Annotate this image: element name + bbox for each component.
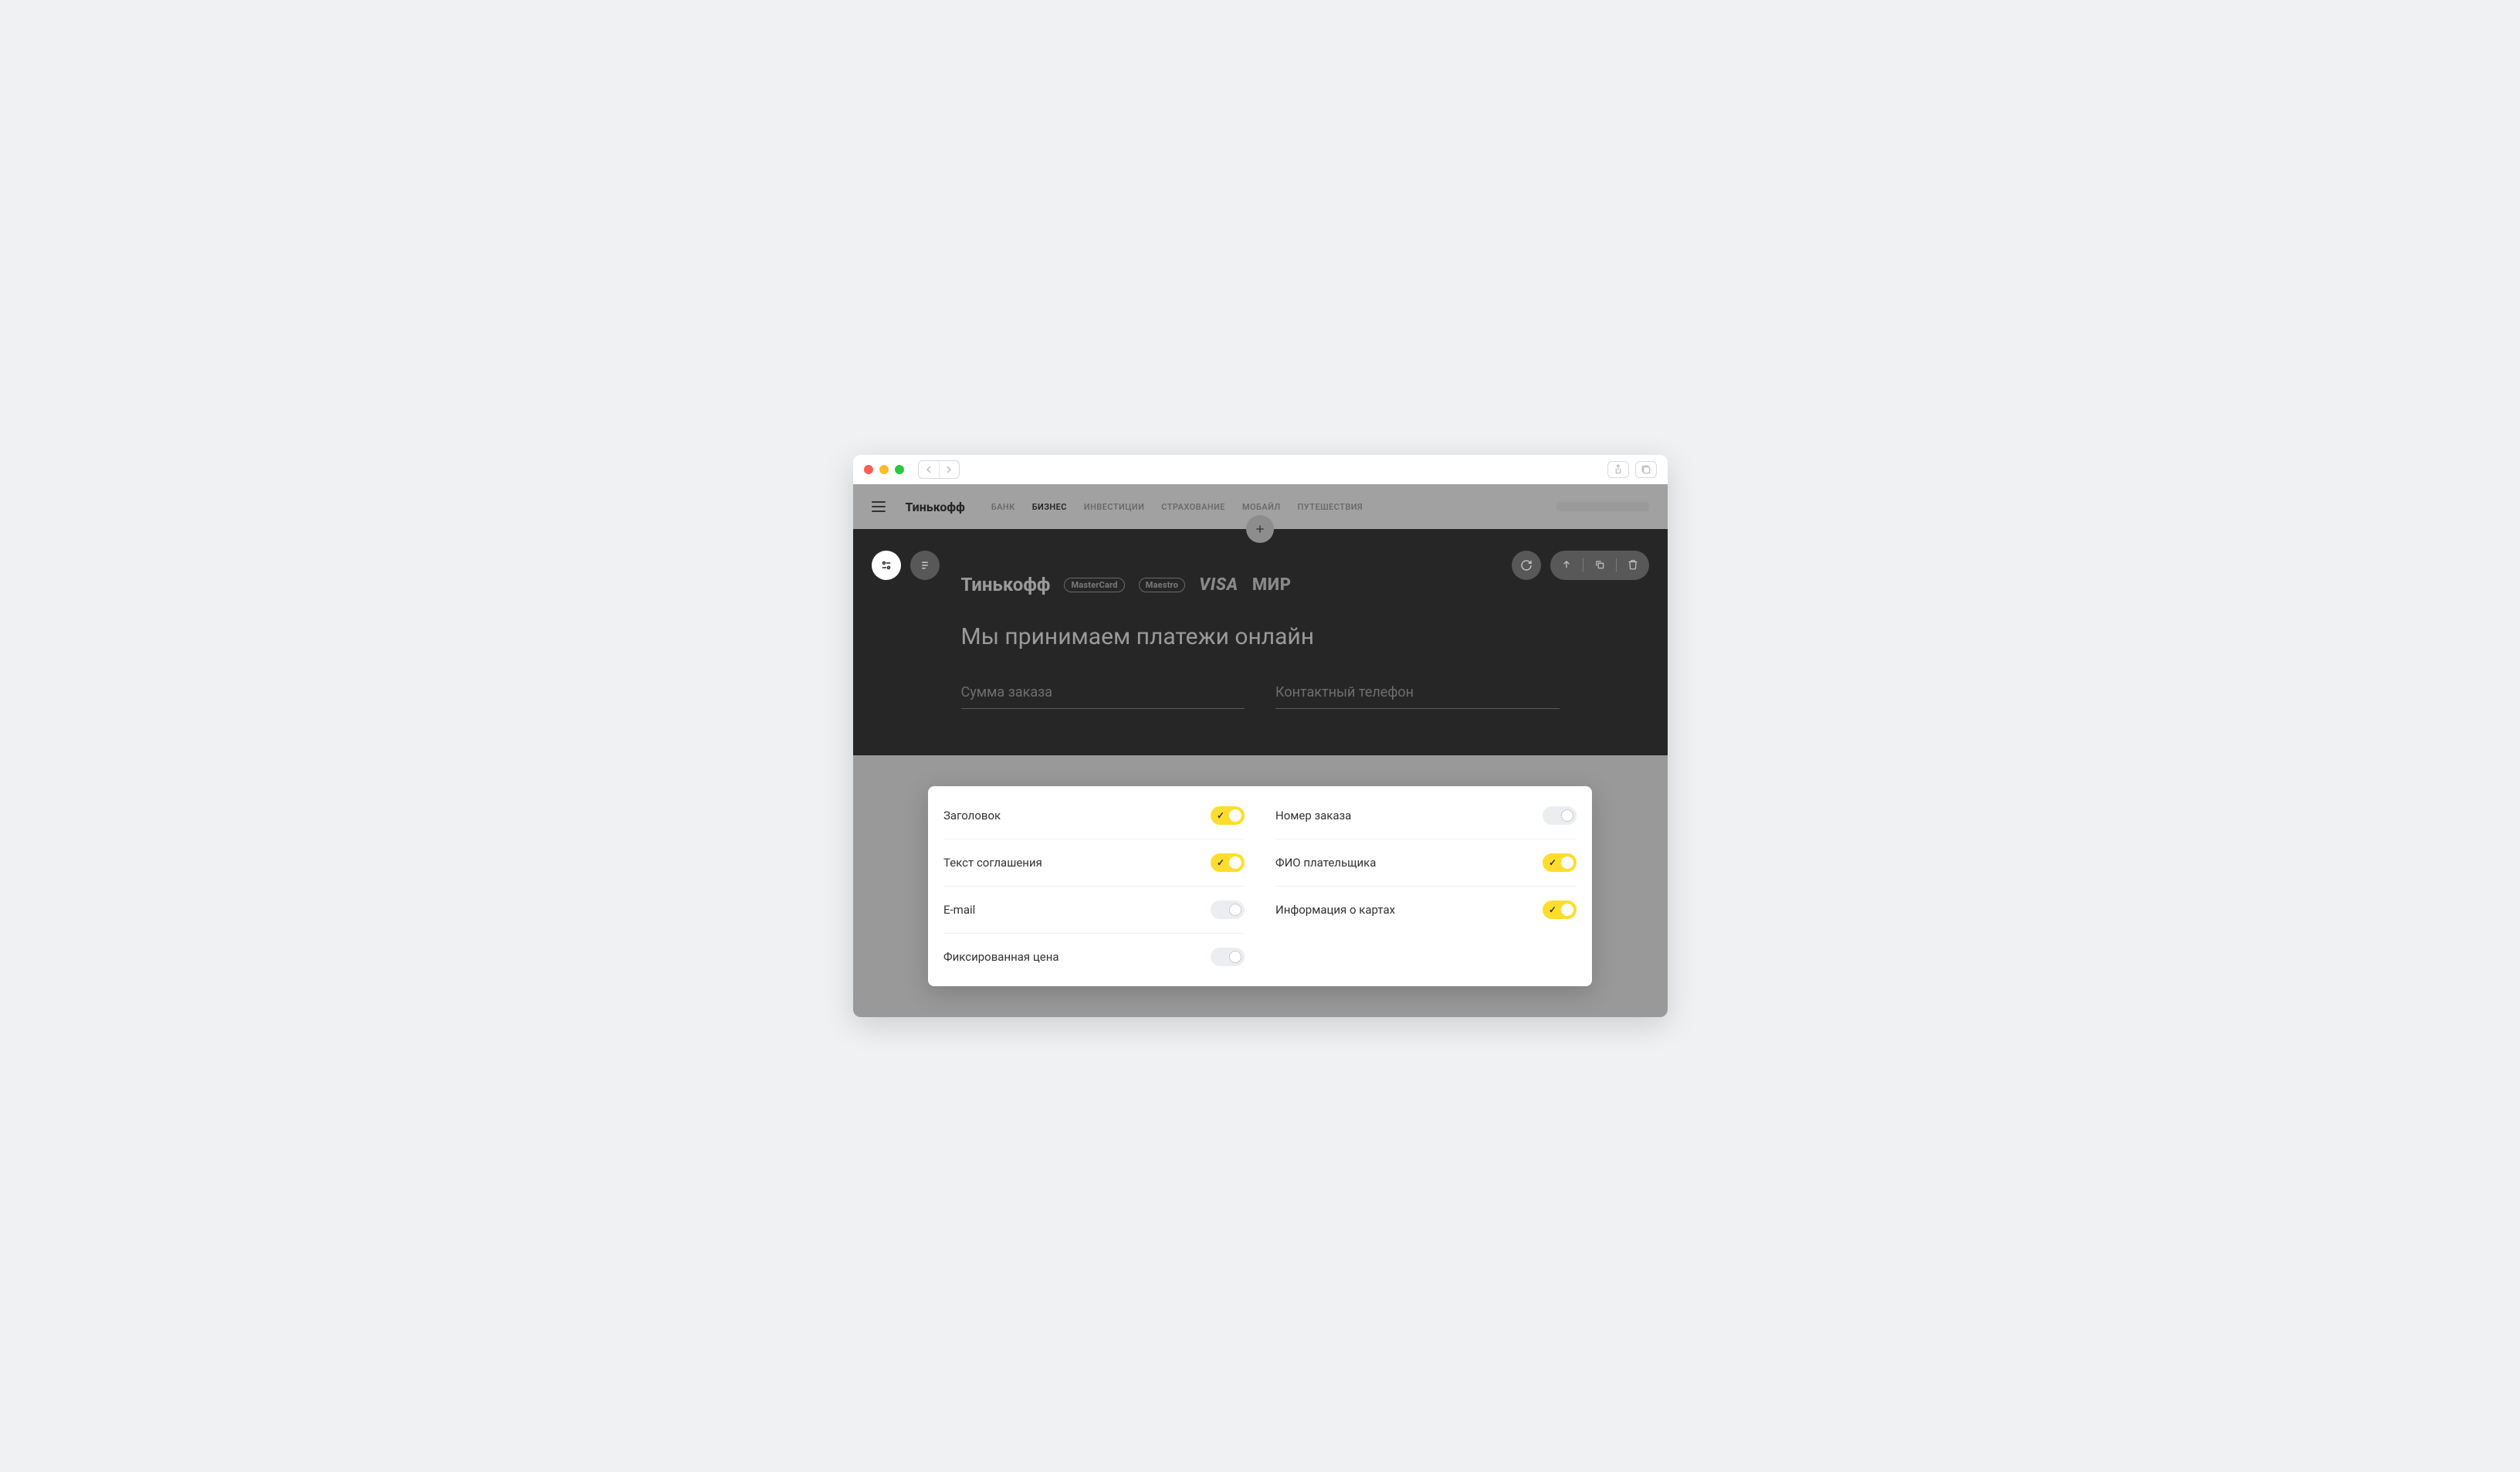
settings-toggle-button[interactable] (872, 551, 901, 580)
setting-row-card-info: Информация о картах ✓ (1275, 887, 1577, 933)
brand-logo: Тинькофф (906, 500, 965, 514)
settings-col-left: Заголовок ✓ Текст соглашения ✓ E-mail (928, 792, 1260, 980)
maestro-icon: Maestro (1139, 578, 1185, 592)
page-background: Тинькофф БАНК БИЗНЕС ИНВЕСТИЦИИ СТРАХОВА… (705, 412, 1815, 1060)
phone-placeholder: Контактный телефон (1275, 684, 1414, 700)
setting-row-header: Заголовок ✓ (943, 792, 1245, 839)
setting-label: Фиксированная цена (943, 950, 1059, 964)
toggle-agreement[interactable]: ✓ (1211, 853, 1245, 872)
minimize-window-button[interactable] (879, 465, 889, 474)
maximize-window-button[interactable] (895, 465, 904, 474)
setting-label: ФИО плательщика (1275, 856, 1376, 870)
settings-col-right: Номер заказа ФИО плательщика ✓ Информаци… (1260, 792, 1592, 980)
refresh-button[interactable] (1512, 551, 1541, 580)
setting-label: E-mail (943, 903, 975, 917)
toggle-fixed-price[interactable] (1211, 948, 1245, 966)
toggle-payer-name[interactable]: ✓ (1543, 853, 1577, 872)
amount-field[interactable]: Сумма заказа (961, 684, 1245, 709)
mastercard-icon: MasterCard (1064, 578, 1124, 592)
traffic-lights (864, 465, 904, 474)
duplicate-button[interactable] (1594, 558, 1605, 573)
browser-window: Тинькофф БАНК БИЗНЕС ИНВЕСТИЦИИ СТРАХОВА… (853, 455, 1668, 1017)
nav-link-travel[interactable]: ПУТЕШЕСТВИЯ (1298, 502, 1363, 512)
mir-icon: МИР (1252, 575, 1292, 595)
browser-nav-group (918, 460, 960, 479)
setting-label: Информация о картах (1275, 903, 1395, 917)
tinkoff-text-logo: Тинькофф (961, 574, 1051, 595)
user-account-area[interactable] (1556, 502, 1649, 511)
input-fields-row: Сумма заказа Контактный телефон (961, 684, 1560, 709)
nav-link-insurance[interactable]: СТРАХОВАНИЕ (1161, 502, 1225, 512)
payment-widget-preview: Тинькофф MasterCard Maestro VISA МИР Мы … (853, 529, 1668, 755)
browser-titlebar (853, 455, 1668, 484)
editor-stage: Тинькофф MasterCard Maestro VISA МИР Мы … (853, 529, 1668, 1017)
nav-link-mobile[interactable]: МОБАЙЛ (1242, 502, 1281, 512)
widget-title: Мы принимаем платежи онлайн (961, 623, 1560, 650)
separator (1616, 558, 1617, 572)
toggle-card-info[interactable]: ✓ (1543, 900, 1577, 919)
nav-link-business[interactable]: БИЗНЕС (1032, 502, 1067, 512)
amount-placeholder: Сумма заказа (961, 684, 1053, 700)
toggle-email[interactable] (1211, 900, 1245, 919)
setting-label: Номер заказа (1275, 809, 1351, 822)
nav-link-bank[interactable]: БАНК (991, 502, 1015, 512)
setting-row-email: E-mail (943, 887, 1245, 934)
toggle-order-number[interactable] (1543, 806, 1577, 825)
setting-row-agreement: Текст соглашения ✓ (943, 839, 1245, 887)
setting-label: Текст соглашения (943, 856, 1042, 870)
view-mode-button[interactable] (910, 551, 940, 580)
close-window-button[interactable] (864, 465, 873, 474)
setting-label: Заголовок (943, 809, 1001, 822)
nav-links: БАНК БИЗНЕС ИНВЕСТИЦИИ СТРАХОВАНИЕ МОБАЙ… (991, 502, 1363, 512)
share-button[interactable] (1607, 461, 1629, 478)
settings-panel: Заголовок ✓ Текст соглашения ✓ E-mail (928, 786, 1592, 986)
hamburger-menu-button[interactable] (872, 501, 886, 512)
setting-row-order-number: Номер заказа (1275, 792, 1577, 839)
payment-logos-row: Тинькофф MasterCard Maestro VISA МИР (961, 574, 1560, 595)
add-block-button[interactable] (1246, 515, 1274, 543)
nav-link-investments[interactable]: ИНВЕСТИЦИИ (1084, 502, 1144, 512)
tabs-button[interactable] (1635, 461, 1657, 478)
phone-field[interactable]: Контактный телефон (1275, 684, 1560, 709)
toggle-header[interactable]: ✓ (1211, 806, 1245, 825)
move-up-button[interactable] (1561, 558, 1572, 573)
action-pill (1550, 551, 1649, 580)
setting-row-fixed-price: Фиксированная цена (943, 934, 1245, 980)
visa-icon: VISA (1199, 575, 1238, 595)
right-toolbar (1512, 551, 1649, 580)
forward-button[interactable] (939, 461, 959, 478)
app-body: Тинькофф БАНК БИЗНЕС ИНВЕСТИЦИИ СТРАХОВА… (853, 484, 1668, 1017)
delete-button[interactable] (1628, 558, 1638, 573)
left-toolbar (872, 551, 940, 580)
back-button[interactable] (919, 461, 939, 478)
setting-row-payer-name: ФИО плательщика ✓ (1275, 839, 1577, 887)
